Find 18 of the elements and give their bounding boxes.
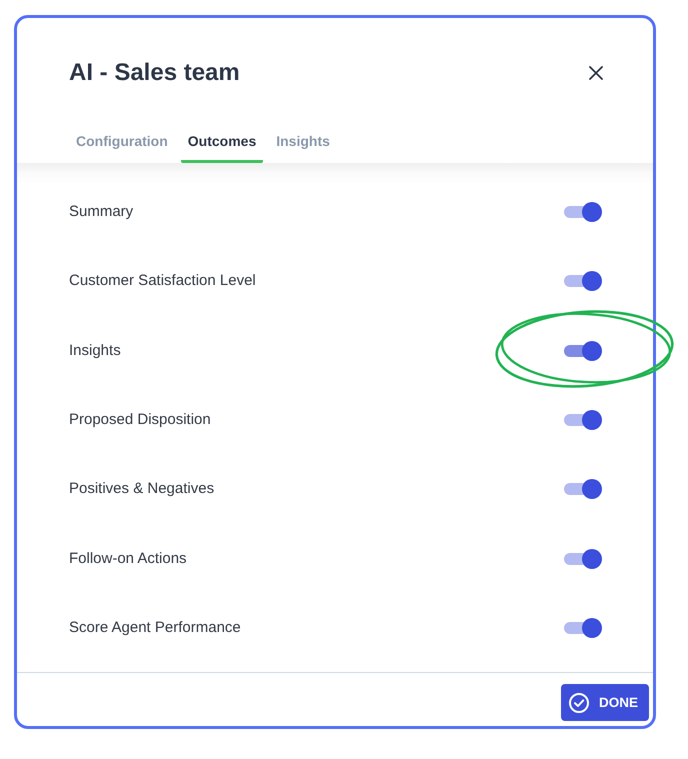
toggle-switch[interactable] xyxy=(564,202,602,222)
outcome-label: Proposed Disposition xyxy=(69,410,211,430)
outcome-label: Summary xyxy=(69,202,134,222)
close-icon[interactable] xyxy=(589,66,603,80)
toggle-switch[interactable] xyxy=(564,618,602,638)
outcome-label: Score Agent Performance xyxy=(69,618,241,638)
toggle-switch[interactable] xyxy=(564,479,602,500)
dialog-title: AI - Sales team xyxy=(69,58,240,88)
outcome-label: Positives & Negatives xyxy=(69,479,214,500)
done-button[interactable]: DONE xyxy=(560,684,649,721)
toggle-switch[interactable] xyxy=(564,410,602,430)
toggle-switch[interactable] xyxy=(564,548,602,569)
toggle-switch[interactable] xyxy=(564,271,602,292)
toggle-switch[interactable] xyxy=(564,340,602,361)
outcome-label: Follow-on Actions xyxy=(69,548,187,569)
check-circle-icon xyxy=(568,692,589,712)
outcome-label: Insights xyxy=(69,340,121,361)
outcome-label: Customer Satisfaction Level xyxy=(69,271,256,292)
